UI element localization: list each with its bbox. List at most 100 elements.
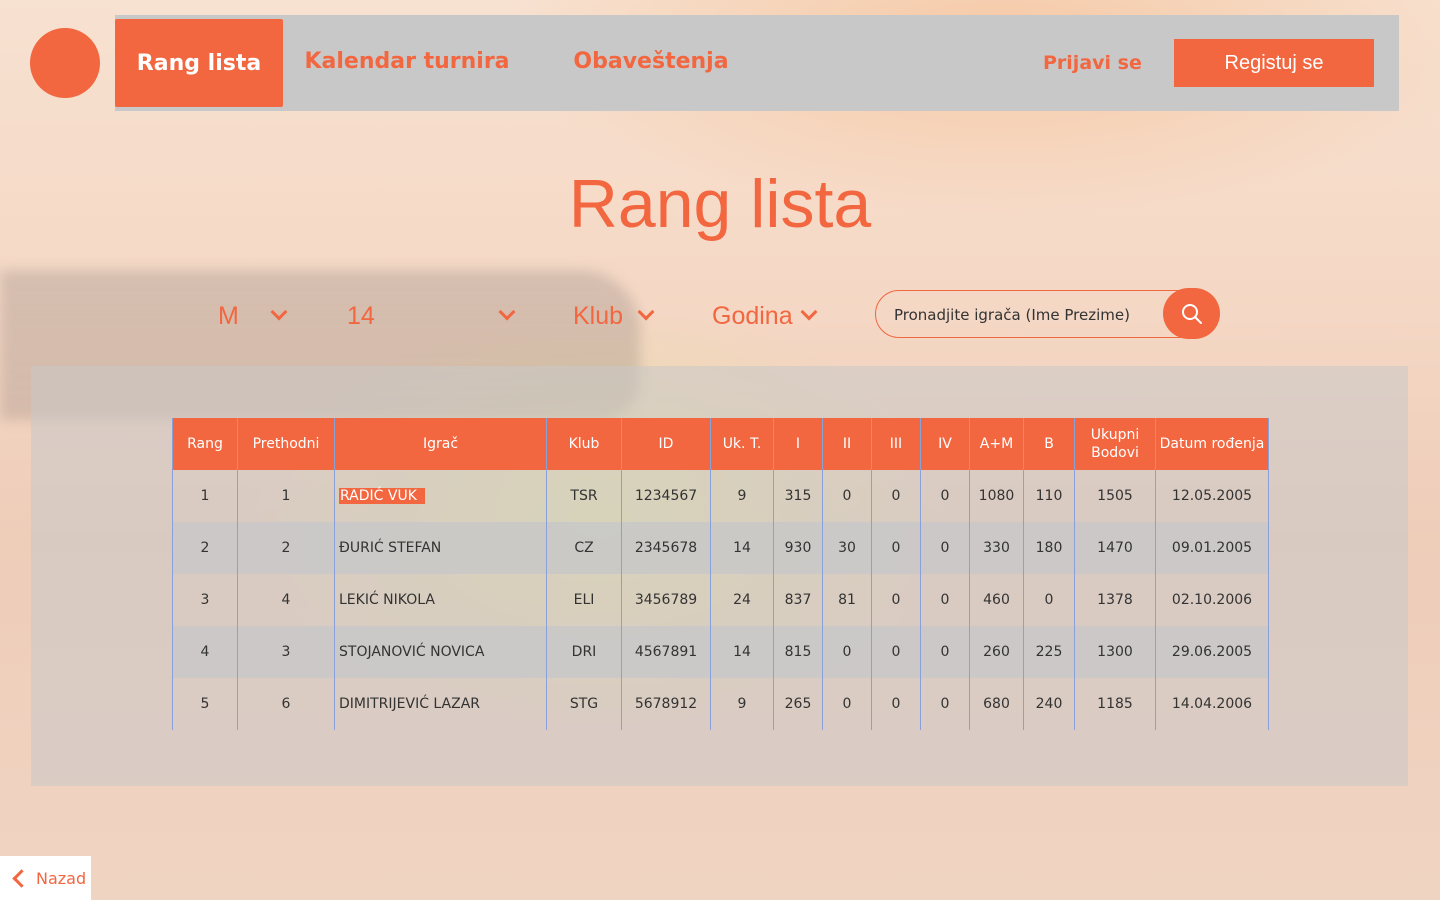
col-i[interactable]: I <box>773 418 823 470</box>
cell-id: 3456789 <box>621 574 711 626</box>
cell-datum-rodjenja: 02.10.2006 <box>1155 574 1269 626</box>
col-datum-rodjenja[interactable]: Datum rođenja <box>1155 418 1269 470</box>
tab-kalendar-turnira[interactable]: Kalendar turnira <box>290 15 524 107</box>
cell-igrac[interactable]: STOJANOVIĆ NOVICA <box>334 626 547 678</box>
player-search <box>875 288 1220 339</box>
age-select[interactable]: 14 <box>347 296 517 336</box>
cell-uk-t: 14 <box>710 522 774 574</box>
cell-iii: 0 <box>871 574 921 626</box>
logo[interactable] <box>30 28 100 98</box>
tab-obavestenja[interactable]: Obaveštenja <box>555 15 747 107</box>
chevron-down-icon <box>637 303 655 321</box>
cell-uk-t: 9 <box>710 678 774 730</box>
cell-rang: 3 <box>172 574 238 626</box>
table-row[interactable]: 2 2 ĐURIĆ STEFAN CZ 2345678 14 930 30 0 … <box>172 522 1269 574</box>
cell-am: 460 <box>969 574 1024 626</box>
cell-klub: TSR <box>546 470 622 522</box>
table-row[interactable]: 1 1 RADIĆ VUK TSR 1234567 9 315 0 0 0 10… <box>172 470 1269 522</box>
col-iii[interactable]: III <box>871 418 921 470</box>
search-icon <box>1181 303 1202 324</box>
cell-ukupni-bodovi: 1300 <box>1074 626 1156 678</box>
player-search-input[interactable] <box>892 291 1151 338</box>
cell-prethodni: 4 <box>237 574 335 626</box>
cell-prethodni: 6 <box>237 678 335 730</box>
cell-klub: CZ <box>546 522 622 574</box>
cell-rang: 1 <box>172 470 238 522</box>
cell-i: 837 <box>773 574 823 626</box>
year-select[interactable]: Godina <box>712 296 822 336</box>
gender-select-value: M <box>218 301 239 330</box>
cell-igrac[interactable]: DIMITRIJEVIĆ LAZAR <box>334 678 547 730</box>
cell-am: 260 <box>969 626 1024 678</box>
club-select[interactable]: Klub <box>573 296 658 336</box>
table-row[interactable]: 4 3 STOJANOVIĆ NOVICA DRI 4567891 14 815… <box>172 626 1269 678</box>
cell-prethodni: 2 <box>237 522 335 574</box>
back-button[interactable]: Nazad <box>0 856 91 900</box>
col-uk-t[interactable]: Uk. T. <box>710 418 774 470</box>
cell-ukupni-bodovi: 1505 <box>1074 470 1156 522</box>
cell-prethodni: 1 <box>237 470 335 522</box>
cell-rang: 5 <box>172 678 238 730</box>
gender-select[interactable]: M <box>218 296 298 336</box>
col-am[interactable]: A+M <box>969 418 1024 470</box>
col-b[interactable]: B <box>1023 418 1075 470</box>
table-header-row: Rang Prethodni Igrač Klub ID Uk. T. I II… <box>172 418 1269 470</box>
col-rang[interactable]: Rang <box>172 418 238 470</box>
cell-iii: 0 <box>871 626 921 678</box>
table-row[interactable]: 3 4 LEKIĆ NIKOLA ELI 3456789 24 837 81 0… <box>172 574 1269 626</box>
page-title: Rang lista <box>568 166 872 242</box>
col-id[interactable]: ID <box>621 418 711 470</box>
cell-ii: 0 <box>822 626 872 678</box>
cell-igrac[interactable]: LEKIĆ NIKOLA <box>334 574 547 626</box>
col-igrac[interactable]: Igrač <box>334 418 547 470</box>
cell-am: 1080 <box>969 470 1024 522</box>
cell-ukupni-bodovi: 1185 <box>1074 678 1156 730</box>
cell-ii: 0 <box>822 678 872 730</box>
cell-klub: DRI <box>546 626 622 678</box>
cell-iii: 0 <box>871 522 921 574</box>
cell-iv: 0 <box>920 626 970 678</box>
login-link[interactable]: Prijavi se <box>1043 15 1142 111</box>
cell-iii: 0 <box>871 470 921 522</box>
col-iv[interactable]: IV <box>920 418 970 470</box>
player-name-highlighted[interactable]: RADIĆ VUK <box>339 488 425 504</box>
cell-am: 680 <box>969 678 1024 730</box>
chevron-down-icon <box>800 303 818 321</box>
cell-ii: 0 <box>822 470 872 522</box>
col-ukupni-bodovi[interactable]: Ukupni Bodovi <box>1074 418 1156 470</box>
chevron-down-icon <box>270 303 288 321</box>
cell-klub: ELI <box>546 574 622 626</box>
cell-uk-t: 14 <box>710 626 774 678</box>
chevron-left-icon <box>12 868 31 888</box>
register-button[interactable]: Registuj se <box>1174 39 1374 87</box>
cell-ii: 30 <box>822 522 872 574</box>
cell-ukupni-bodovi: 1470 <box>1074 522 1156 574</box>
club-select-value: Klub <box>573 301 624 330</box>
cell-iv: 0 <box>920 470 970 522</box>
tab-rang-lista[interactable]: Rang lista <box>115 19 283 107</box>
year-select-value: Godina <box>712 301 793 330</box>
cell-id: 1234567 <box>621 470 711 522</box>
top-navbar: Rang lista Kalendar turnira Obaveštenja … <box>115 15 1399 111</box>
cell-b: 0 <box>1023 574 1075 626</box>
cell-iv: 0 <box>920 574 970 626</box>
cell-ii: 81 <box>822 574 872 626</box>
cell-uk-t: 24 <box>710 574 774 626</box>
col-ii[interactable]: II <box>822 418 872 470</box>
cell-b: 240 <box>1023 678 1075 730</box>
table-row[interactable]: 5 6 DIMITRIJEVIĆ LAZAR STG 5678912 9 265… <box>172 678 1269 730</box>
cell-igrac: RADIĆ VUK <box>334 470 547 522</box>
search-button[interactable] <box>1163 288 1220 339</box>
cell-datum-rodjenja: 14.04.2006 <box>1155 678 1269 730</box>
cell-b: 110 <box>1023 470 1075 522</box>
cell-i: 265 <box>773 678 823 730</box>
col-prethodni[interactable]: Prethodni <box>237 418 335 470</box>
cell-b: 180 <box>1023 522 1075 574</box>
cell-am: 330 <box>969 522 1024 574</box>
cell-id: 4567891 <box>621 626 711 678</box>
col-klub[interactable]: Klub <box>546 418 622 470</box>
cell-datum-rodjenja: 12.05.2005 <box>1155 470 1269 522</box>
chevron-down-icon <box>498 303 516 321</box>
cell-rang: 2 <box>172 522 238 574</box>
cell-igrac[interactable]: ĐURIĆ STEFAN <box>334 522 547 574</box>
